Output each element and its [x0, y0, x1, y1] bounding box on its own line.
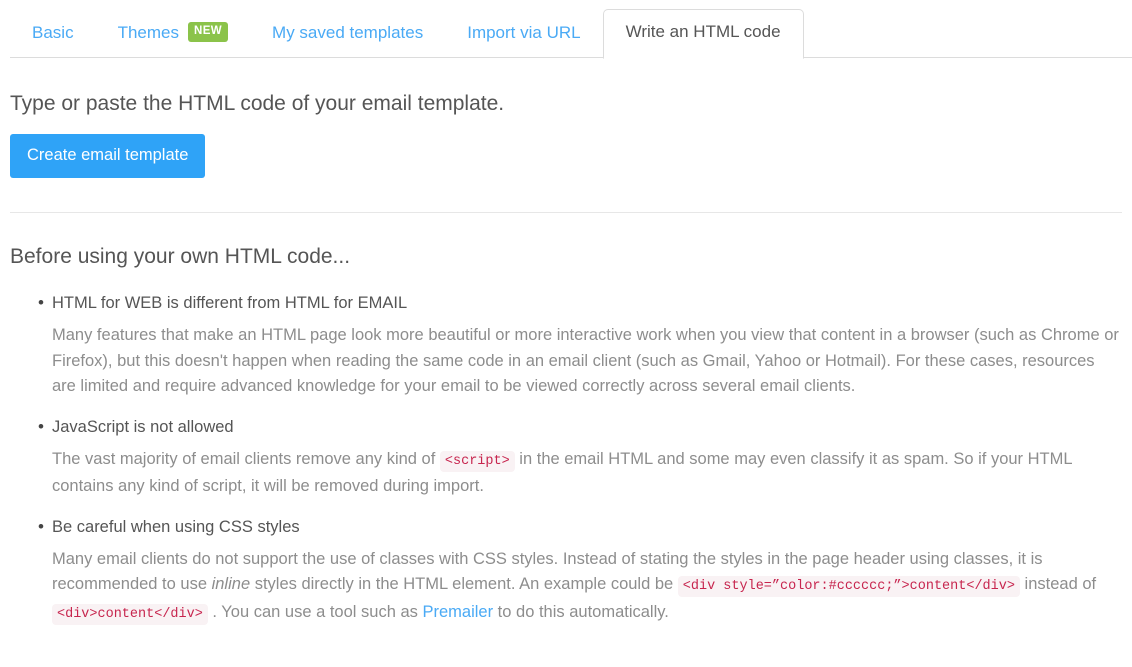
tab-panel-write-html: Type or paste the HTML code of your emai… — [0, 90, 1132, 627]
list-item: Be careful when using CSS styles Many em… — [10, 516, 1122, 628]
guideline-title: JavaScript is not allowed — [52, 416, 1122, 439]
tab-import-via-url[interactable]: Import via URL — [445, 14, 602, 58]
inline-code-snippet: <div>content</div> — [52, 604, 208, 625]
inline-code-snippet: <script> — [440, 451, 515, 472]
tab-label: Basic — [32, 21, 74, 45]
template-source-tabs: Basic Themes NEW My saved templates Impo… — [0, 0, 1132, 58]
guideline-title: HTML for WEB is different from HTML for … — [52, 292, 1122, 315]
section-divider — [10, 212, 1122, 213]
guideline-title: Be careful when using CSS styles — [52, 516, 1122, 539]
tab-write-an-html-code[interactable]: Write an HTML code — [603, 9, 804, 59]
inline-code-snippet: <div style=”color:#cccccc;”>content</div… — [678, 576, 1020, 597]
guideline-body: Many email clients do not support the us… — [52, 547, 1122, 628]
tab-label: My saved templates — [272, 21, 423, 45]
list-item: JavaScript is not allowed The vast major… — [10, 416, 1122, 500]
tab-themes[interactable]: Themes NEW — [96, 14, 250, 58]
tab-my-saved-templates[interactable]: My saved templates — [250, 14, 445, 58]
tab-label: Import via URL — [467, 21, 580, 45]
new-badge: NEW — [188, 22, 228, 42]
page-title: Before using your own HTML code... — [10, 243, 1122, 270]
premailer-link[interactable]: Premailer — [422, 603, 493, 621]
guideline-body: The vast majority of email clients remov… — [52, 447, 1122, 500]
lead-instruction: Type or paste the HTML code of your emai… — [10, 90, 1122, 117]
tab-label: Write an HTML code — [626, 20, 781, 44]
tab-basic[interactable]: Basic — [10, 14, 96, 58]
guideline-body: Many features that make an HTML page loo… — [52, 323, 1122, 400]
tab-label: Themes — [118, 21, 179, 45]
list-item: HTML for WEB is different from HTML for … — [10, 292, 1122, 400]
emphasis-text: inline — [212, 575, 251, 593]
guidelines-list: HTML for WEB is different from HTML for … — [10, 292, 1122, 627]
create-email-template-button[interactable]: Create email template — [10, 134, 205, 178]
